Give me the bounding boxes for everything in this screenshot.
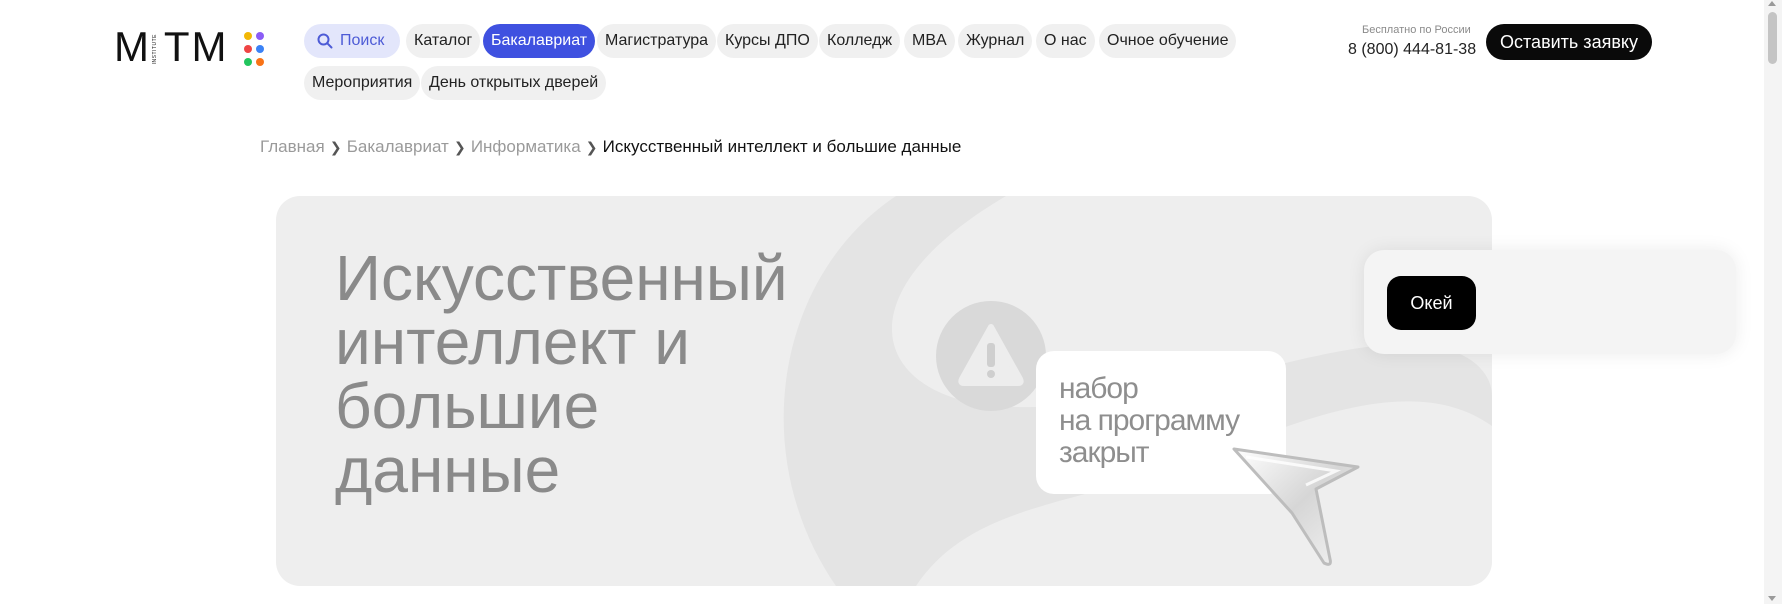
phone-link[interactable]: 8 (800) 444-81-38 — [1348, 41, 1476, 59]
nav-item-master[interactable]: Магистратура — [597, 24, 717, 58]
search-button[interactable]: Поиск — [304, 24, 400, 58]
warning-badge — [936, 301, 1046, 411]
enrollment-status-line: на программу — [1059, 404, 1240, 437]
logo-dot — [244, 32, 252, 40]
enrollment-status-line: набор — [1059, 372, 1139, 405]
breadcrumb-informatics[interactable]: Информатика — [471, 137, 581, 157]
program-title-line: большие — [335, 370, 600, 442]
nav-item-journal[interactable]: Журнал — [958, 24, 1033, 58]
search-label: Поиск — [340, 32, 385, 49]
breadcrumb: Главная ❯ Бакалавриат ❯ Информатика ❯ Ис… — [260, 137, 961, 157]
chevron-right-icon: ❯ — [329, 138, 342, 155]
free-call-label: Бесплатно по России — [1362, 24, 1471, 36]
nav-item-bachelor[interactable]: Бакалавриат — [483, 24, 596, 58]
breadcrumb-current: Искусственный интеллект и большие данные — [602, 137, 962, 156]
nav-item-open-day[interactable]: День открытых дверей — [421, 66, 607, 100]
program-title-line: Искусственный — [335, 242, 788, 314]
logo-subtext: INSTITUTE — [152, 34, 158, 65]
page-scrollbar[interactable] — [1764, 0, 1782, 604]
warning-icon — [958, 324, 1024, 386]
submit-application-button[interactable]: Оставить заявку — [1486, 24, 1652, 60]
breadcrumb-home[interactable]: Главная — [260, 137, 325, 157]
chevron-right-icon: ❯ — [585, 138, 598, 155]
ok-button[interactable]: Окей — [1387, 276, 1476, 330]
logo-dots — [244, 32, 270, 68]
site-logo[interactable]: M TM INSTITUTE — [114, 24, 266, 70]
scrollbar-thumb[interactable] — [1768, 12, 1777, 64]
logo-dot — [256, 58, 264, 66]
nav-item-events[interactable]: Мероприятия — [304, 66, 421, 100]
logo-wordmark: M TM — [114, 23, 229, 70]
notice-popup: Окей — [1364, 250, 1736, 354]
logo-dot — [244, 45, 252, 53]
enrollment-status-text: набор на программу закрыт — [1059, 372, 1240, 469]
search-icon — [317, 33, 333, 49]
nav-item-courses[interactable]: Курсы ДПО — [717, 24, 818, 58]
nav-item-about[interactable]: О нас — [1036, 24, 1095, 58]
nav-item-college[interactable]: Колледж — [819, 24, 901, 58]
logo-dot — [244, 58, 252, 66]
nav-item-catalog[interactable]: Каталог — [406, 24, 481, 58]
scroll-up-icon[interactable] — [1768, 1, 1776, 6]
logo-dot — [256, 32, 264, 40]
program-title: Искусственный интеллект и большие данные — [335, 246, 855, 502]
enrollment-status-line: закрыт — [1059, 436, 1150, 469]
cursor-arrow-icon — [1232, 447, 1360, 566]
breadcrumb-bachelor[interactable]: Бакалавриат — [347, 137, 449, 157]
logo-dot — [256, 45, 264, 53]
program-hero: Искусственный интеллект и большие данные… — [276, 196, 1492, 586]
scroll-down-icon[interactable] — [1768, 596, 1776, 601]
nav-item-mba[interactable]: MBA — [904, 24, 955, 58]
program-title-line: интеллект и — [335, 306, 690, 378]
program-title-line: данные — [335, 434, 561, 506]
chevron-right-icon: ❯ — [453, 138, 466, 155]
nav-item-offline[interactable]: Очное обучение — [1099, 24, 1237, 58]
